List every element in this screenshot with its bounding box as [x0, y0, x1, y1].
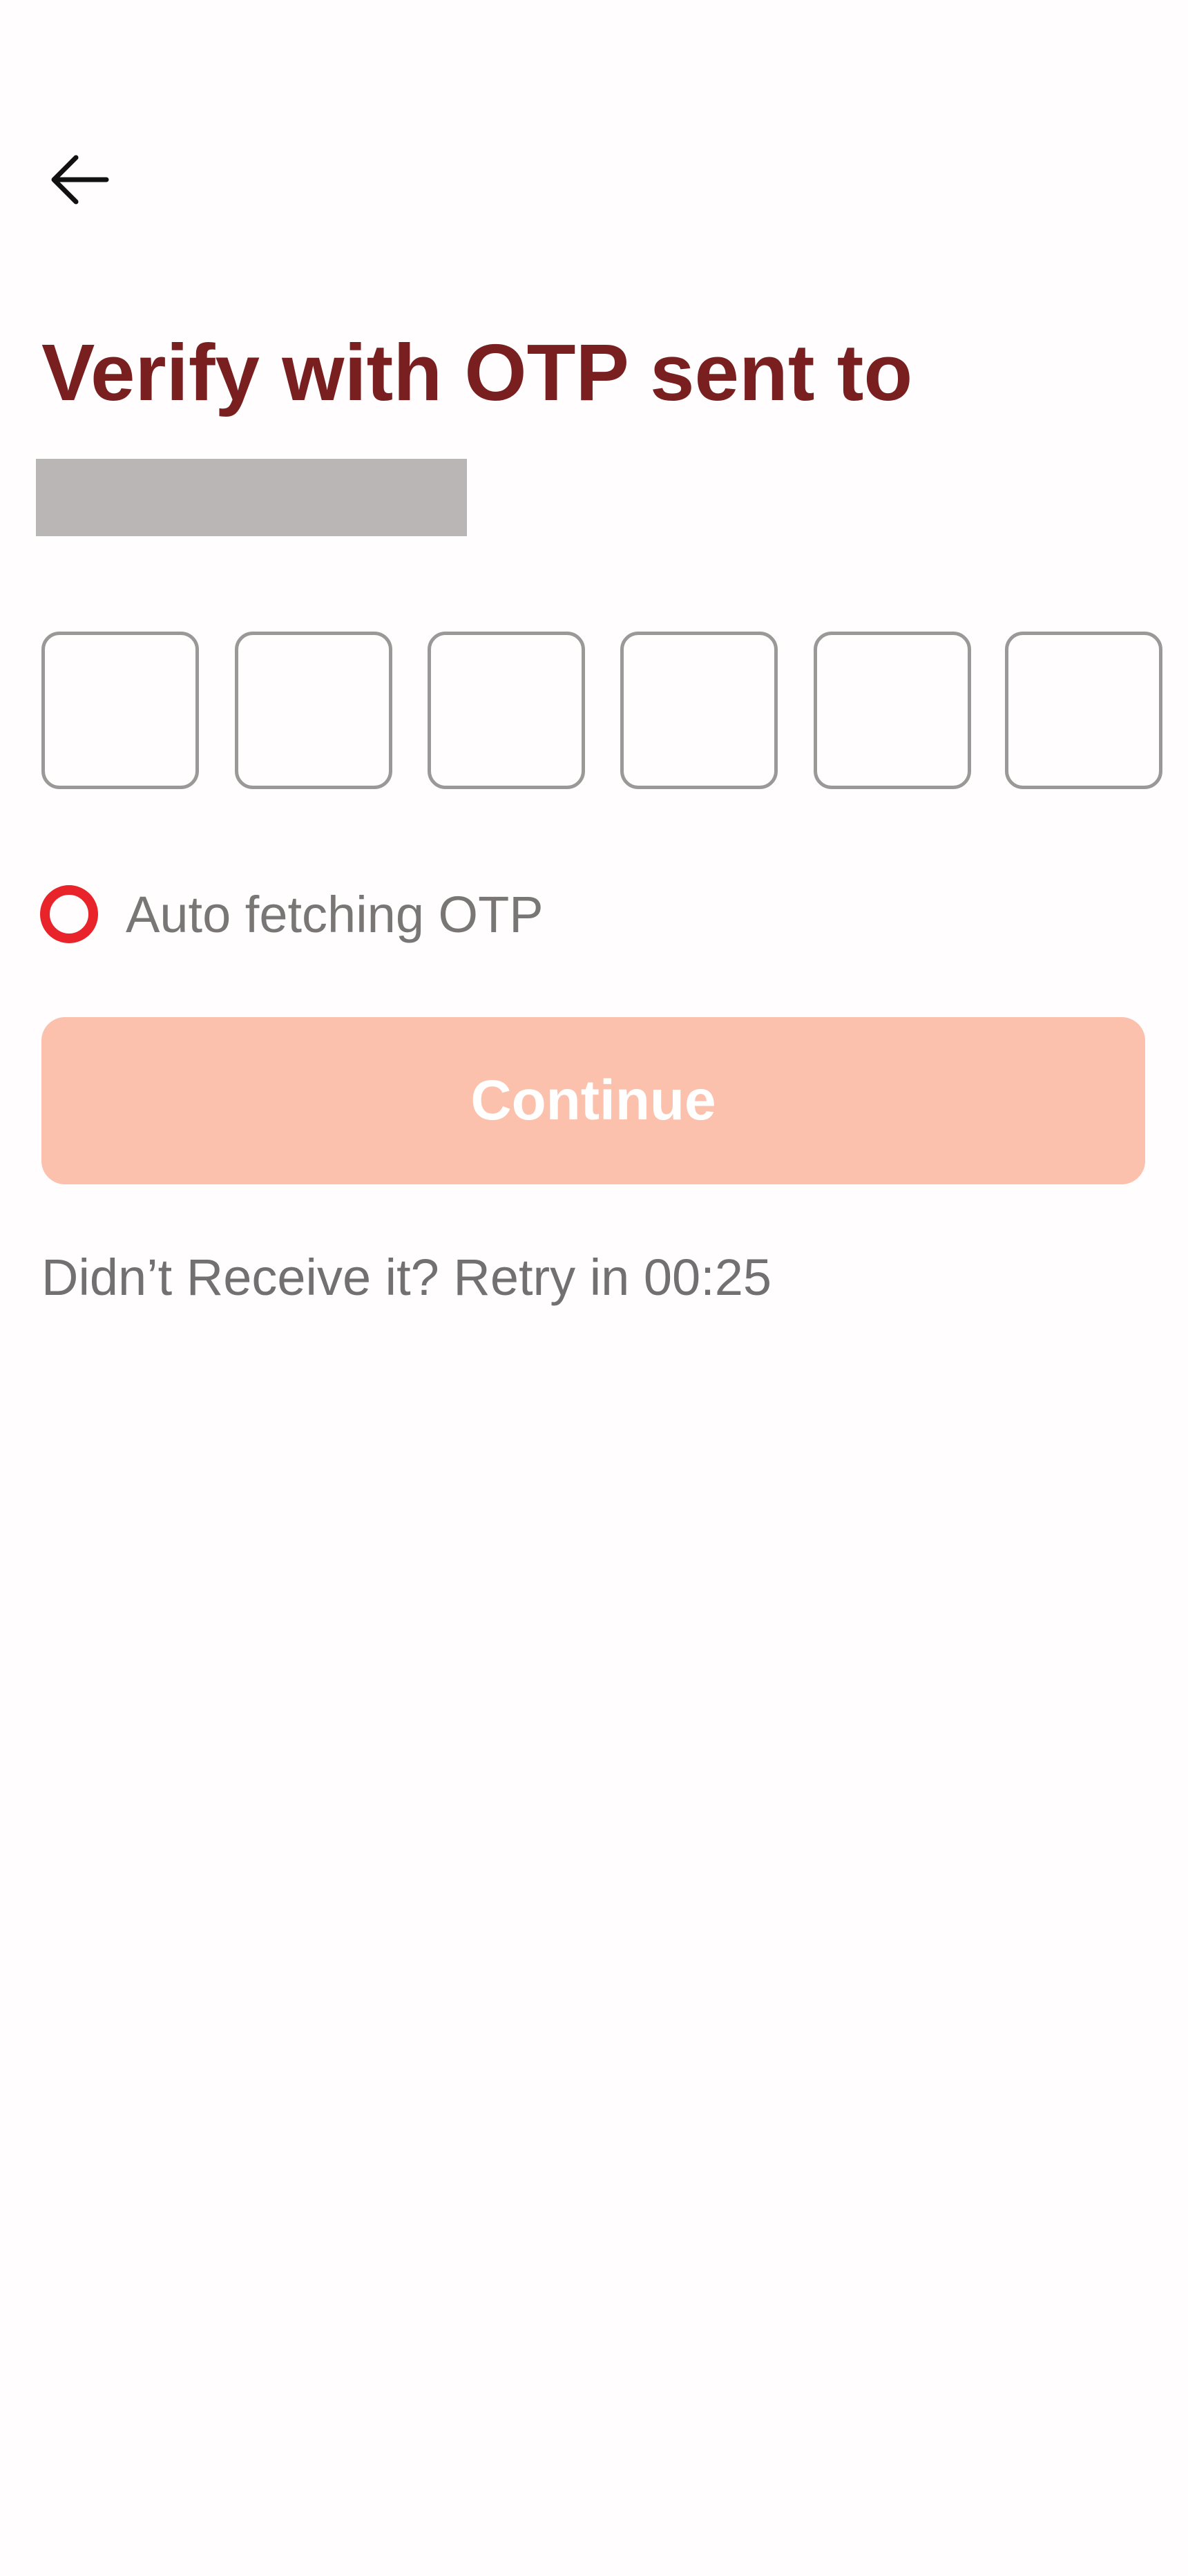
otp-digit-3[interactable] [428, 632, 585, 789]
auto-fetch-status: Auto fetching OTP [40, 876, 544, 952]
otp-digit-1[interactable] [41, 632, 199, 789]
loading-ring-icon [40, 885, 98, 943]
auto-fetch-label: Auto fetching OTP [126, 885, 544, 943]
continue-button[interactable]: Continue [41, 1017, 1145, 1184]
back-button[interactable] [39, 138, 122, 221]
otp-digit-5[interactable] [814, 632, 971, 789]
otp-digit-4[interactable] [620, 632, 778, 789]
arrow-left-icon [51, 155, 109, 205]
page-title: Verify with OTP sent to [41, 328, 913, 417]
retry-countdown-text: Didn’t Receive it? Retry in 00:25 [41, 1249, 772, 1306]
otp-digit-2[interactable] [235, 632, 392, 789]
masked-phone-number [36, 459, 467, 536]
otp-digit-6[interactable] [1005, 632, 1162, 789]
